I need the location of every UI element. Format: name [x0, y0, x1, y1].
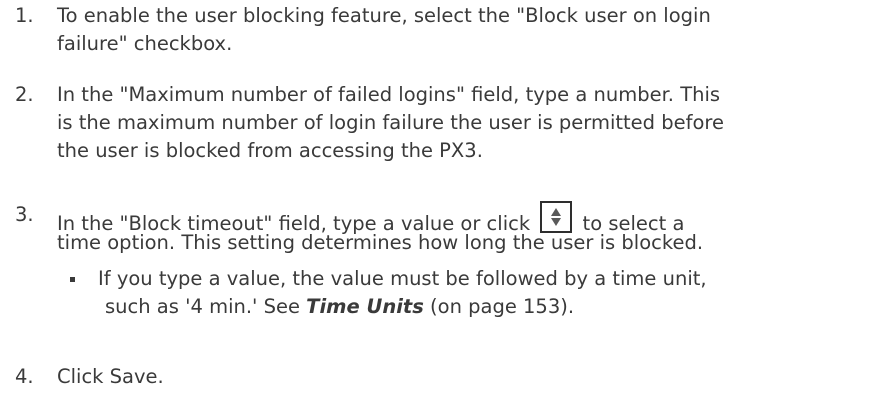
- step-number: 1.: [15, 4, 34, 27]
- step-line: To enable the user blocking feature, sel…: [57, 4, 711, 27]
- bullet-square-icon: [70, 277, 75, 282]
- step-number: 2.: [15, 83, 34, 106]
- step-line: In the "Block timeout" field, type a val…: [57, 201, 703, 235]
- step-line: Click Save.: [57, 365, 164, 388]
- bullet-line: If you type a value, the value must be f…: [98, 267, 707, 290]
- arrow-up-icon: [551, 208, 562, 216]
- bullet-line: such as '4 min.' See Time Units (on page…: [98, 293, 707, 321]
- bullet-line-start: such as '4 min.' See: [105, 295, 307, 318]
- step-line: failure" checkbox.: [57, 32, 233, 55]
- bullet-line-end: (on page 153).: [423, 295, 575, 318]
- step-line: In the "Maximum number of failed logins"…: [57, 83, 721, 106]
- bullet-text: If you type a value, the value must be f…: [98, 265, 707, 321]
- step-line: the user is blocked from accessing the P…: [57, 139, 483, 162]
- step-text: In the "Block timeout" field, type a val…: [57, 201, 703, 257]
- instruction-document: 1. To enable the user blocking feature, …: [0, 0, 871, 400]
- step-number: 3.: [15, 203, 34, 226]
- spinner-up-down-icon: [540, 201, 573, 233]
- arrow-down-icon: [551, 218, 562, 226]
- step-line: time option. This setting determines how…: [57, 231, 704, 254]
- step-text: In the "Maximum number of failed logins"…: [57, 81, 724, 165]
- step-line: is the maximum number of login failure t…: [57, 111, 725, 134]
- time-units-link[interactable]: Time Units: [306, 295, 424, 318]
- step-text: Click Save.: [57, 363, 164, 391]
- step-number: 4.: [15, 365, 34, 388]
- step-text: To enable the user blocking feature, sel…: [57, 2, 711, 58]
